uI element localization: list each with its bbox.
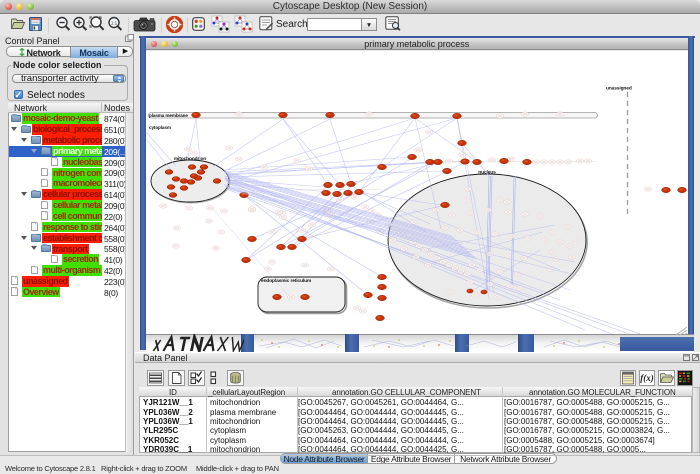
svg-text:endoplasmic reticulum: endoplasmic reticulum — [261, 278, 311, 284]
svg-text:f(x): f(x) — [640, 373, 654, 383]
svg-text:plasma membrane: plasma membrane — [149, 113, 188, 118]
svg-text:nucleus: nucleus — [478, 170, 496, 176]
svg-text:unassigned: unassigned — [606, 86, 632, 92]
svg-text:cytoplasm: cytoplasm — [149, 125, 171, 130]
svg-text:mitochondrion: mitochondrion — [174, 156, 206, 162]
svg-text:1:1: 1:1 — [111, 20, 118, 25]
